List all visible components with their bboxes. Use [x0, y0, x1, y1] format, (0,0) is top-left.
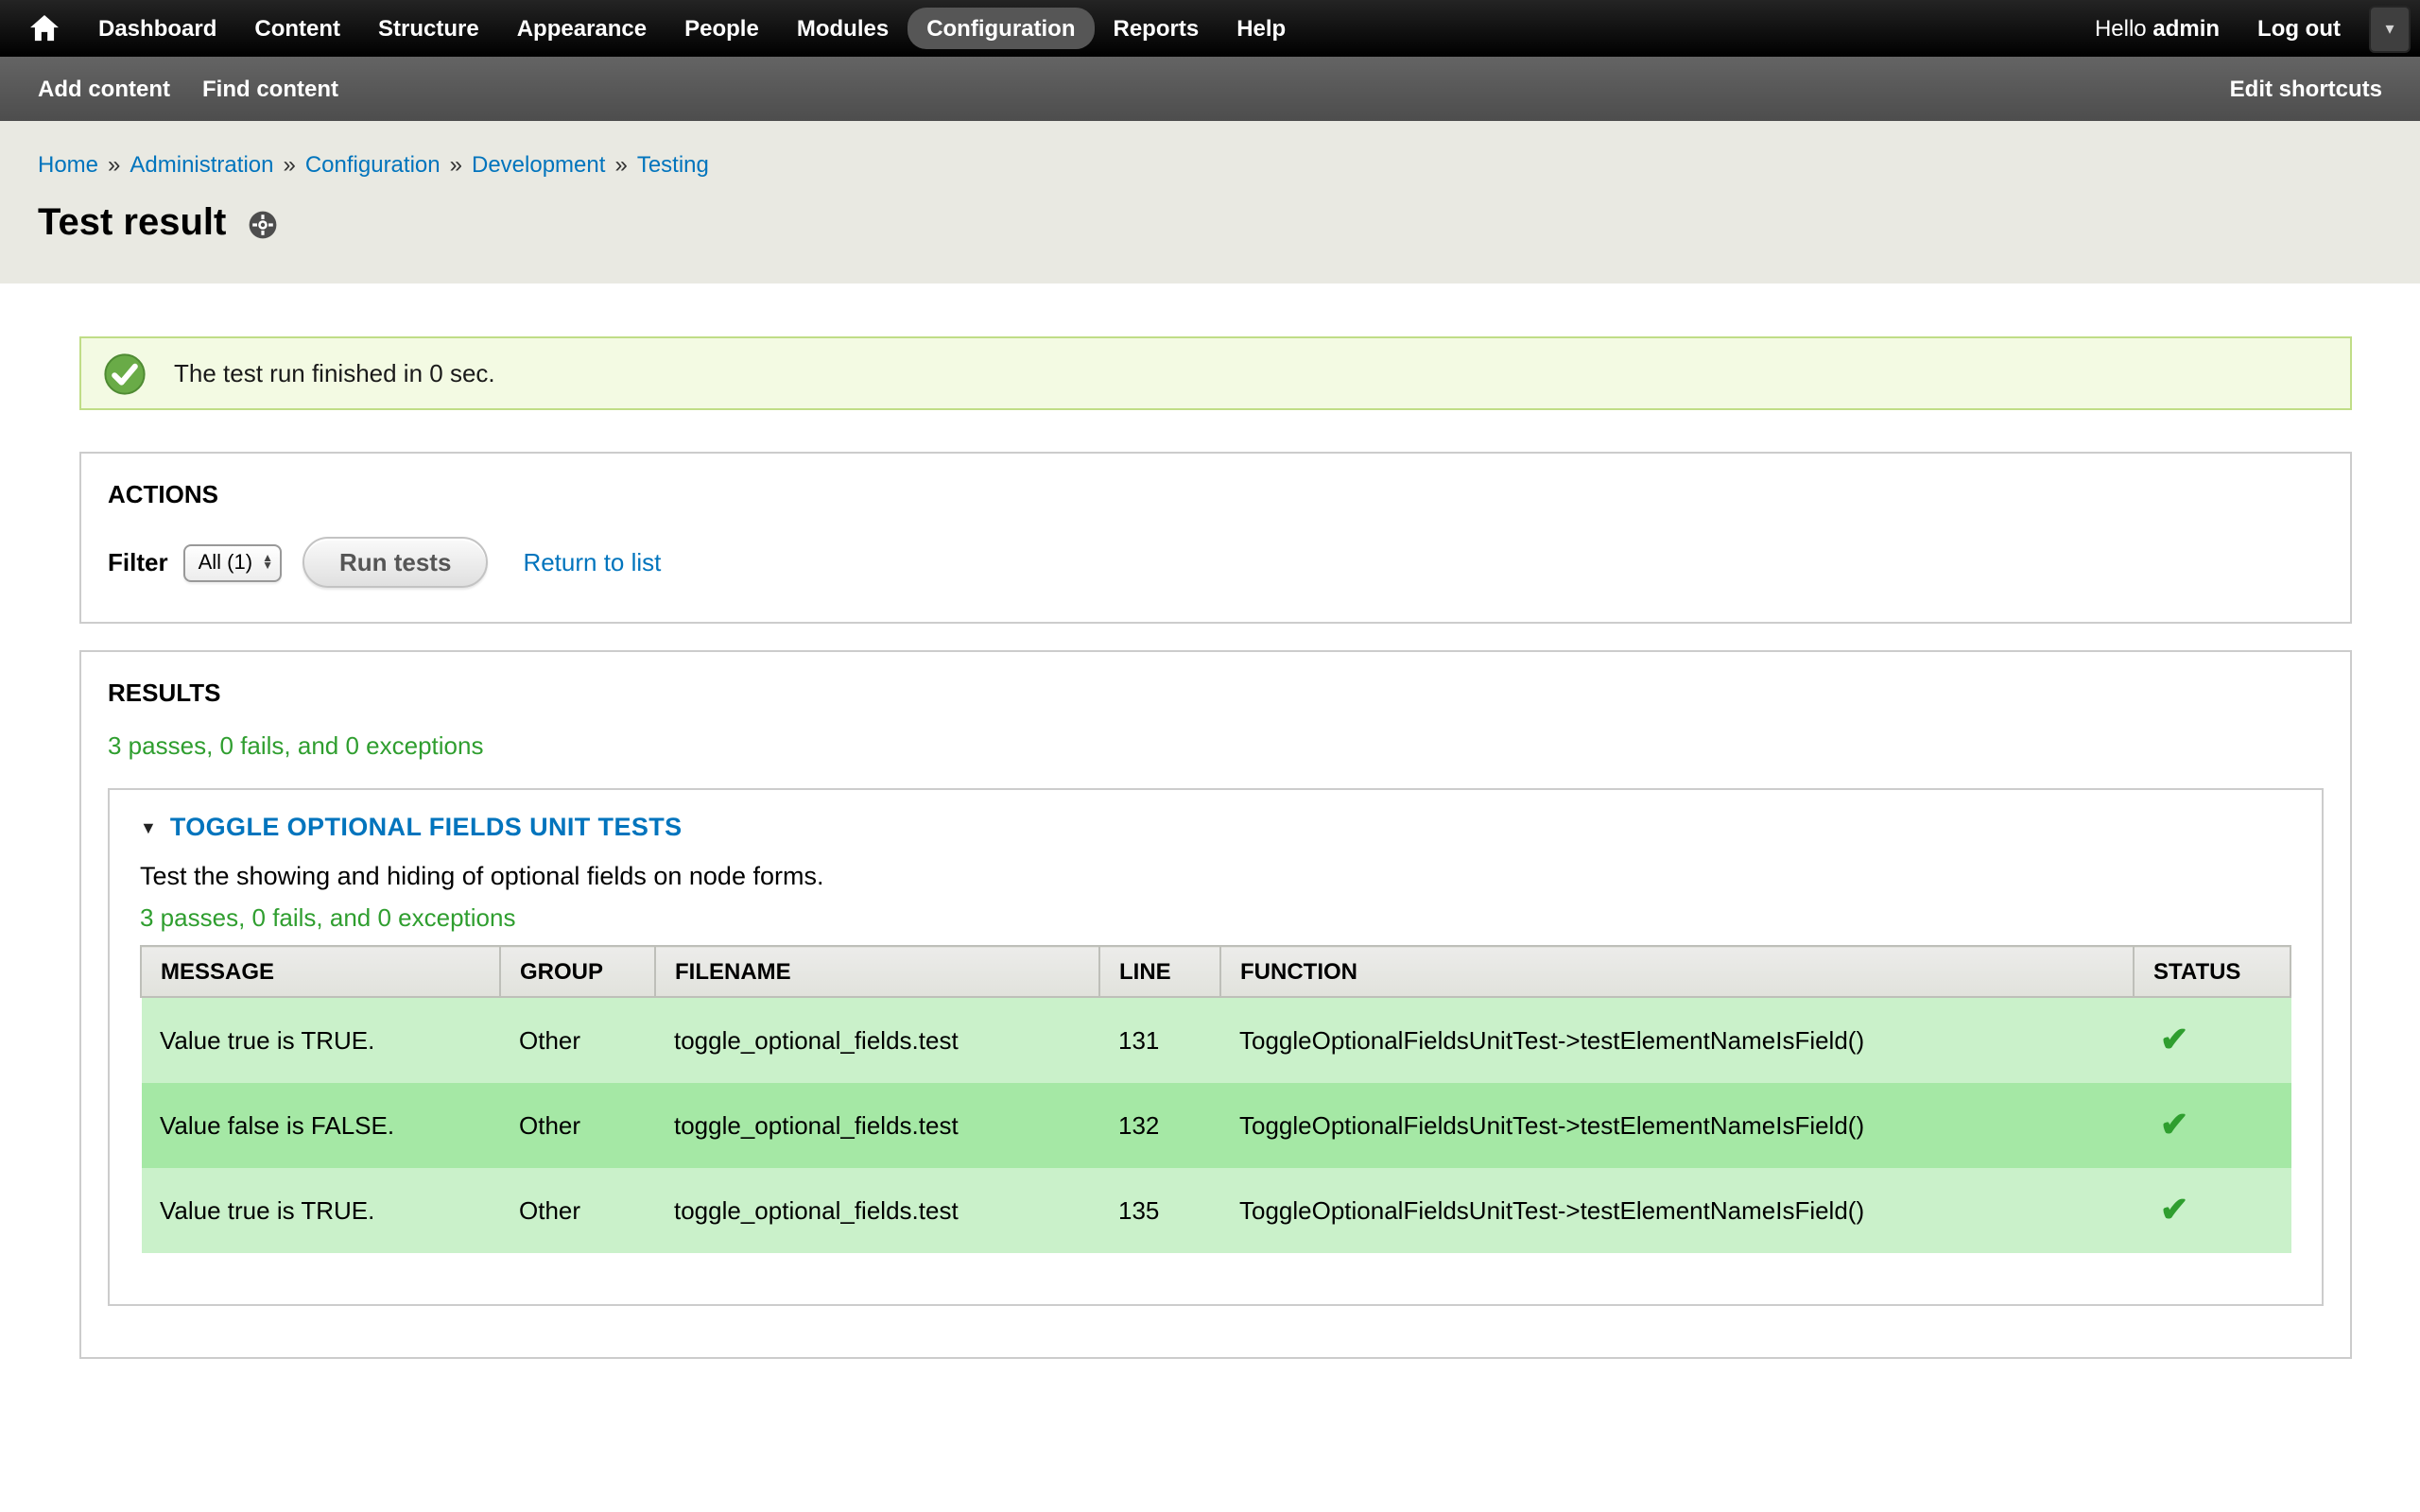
- column-header-line: LINE: [1099, 946, 1220, 997]
- test-group-panel: ▼ TOGGLE OPTIONAL FIELDS UNIT TESTS Test…: [108, 788, 2324, 1306]
- toolbar-item-people[interactable]: People: [666, 8, 778, 49]
- column-header-function: FUNCTION: [1220, 946, 2134, 997]
- results-panel: RESULTS 3 passes, 0 fails, and 0 excepti…: [79, 650, 2352, 1359]
- cell-message: Value false is FALSE.: [141, 1083, 500, 1168]
- shortcut-item-add-content[interactable]: Add content: [38, 76, 170, 102]
- greeting-prefix: Hello: [2095, 15, 2147, 42]
- breadcrumb-separator: »: [283, 151, 295, 178]
- breadcrumb-link-development[interactable]: Development: [472, 151, 605, 178]
- breadcrumb-link-testing[interactable]: Testing: [637, 151, 709, 178]
- results-table: MESSAGEGROUPFILENAMELINEFUNCTIONSTATUS V…: [140, 945, 2291, 1253]
- column-header-status: STATUS: [2134, 946, 2290, 997]
- actions-legend: ACTIONS: [108, 480, 2324, 508]
- toolbar-item-structure[interactable]: Structure: [359, 8, 498, 49]
- select-down-arrow: ▼: [262, 563, 273, 572]
- collapse-arrow-icon[interactable]: ▼: [140, 817, 157, 836]
- shortcut-item-find-content[interactable]: Find content: [202, 76, 338, 102]
- shortcut-items: Add content Find content: [38, 76, 338, 102]
- table-row: Value true is TRUE.Othertoggle_optional_…: [141, 997, 2290, 1083]
- pass-check-icon: ✔: [2160, 1191, 2188, 1228]
- breadcrumb-link-configuration[interactable]: Configuration: [305, 151, 441, 178]
- actions-panel: ACTIONS Filter All (1) ▲▼ Run tests Retu…: [79, 452, 2352, 624]
- test-group-title[interactable]: TOGGLE OPTIONAL FIELDS UNIT TESTS: [170, 813, 683, 841]
- chevron-down-icon: ▾: [2385, 19, 2394, 40]
- cell-status: ✔: [2134, 1168, 2290, 1253]
- gear-icon-glyph: [247, 209, 277, 239]
- cell-message: Value true is TRUE.: [141, 997, 500, 1083]
- logout-link[interactable]: Log out: [2257, 8, 2341, 49]
- username: admin: [2152, 15, 2220, 42]
- cell-group: Other: [500, 997, 655, 1083]
- pass-check-icon: ✔: [2160, 1106, 2188, 1143]
- toolbar-toggle-button[interactable]: ▾: [2369, 6, 2411, 53]
- toolbar-item-appearance[interactable]: Appearance: [498, 8, 666, 49]
- contextual-gear-icon[interactable]: [247, 209, 277, 239]
- page-header: Home » Administration » Configuration » Develo…: [0, 121, 2420, 284]
- toolbar-item-reports[interactable]: Reports: [1095, 8, 1219, 49]
- edit-shortcuts-link[interactable]: Edit shortcuts: [2230, 76, 2382, 102]
- cell-line: 135: [1099, 1168, 1220, 1253]
- toolbar-menu: DashboardContentStructureAppearancePeopl…: [79, 8, 1305, 49]
- cell-message: Value true is TRUE.: [141, 1168, 500, 1253]
- breadcrumb-separator: »: [450, 151, 462, 178]
- content: The test run finished in 0 sec. ACTIONS …: [0, 284, 2420, 1359]
- cell-status: ✔: [2134, 1083, 2290, 1168]
- cell-line: 131: [1099, 997, 1220, 1083]
- cell-line: 132: [1099, 1083, 1220, 1168]
- cell-filename: toggle_optional_fields.test: [655, 1083, 1099, 1168]
- results-summary: 3 passes, 0 fails, and 0 exceptions: [108, 731, 2324, 760]
- page-title: Test result: [38, 202, 226, 246]
- test-group-header: ▼ TOGGLE OPTIONAL FIELDS UNIT TESTS: [140, 813, 2291, 841]
- cell-status: ✔: [2134, 997, 2290, 1083]
- cell-filename: toggle_optional_fields.test: [655, 1168, 1099, 1253]
- run-tests-button[interactable]: Run tests: [303, 537, 487, 588]
- status-message: The test run finished in 0 sec.: [79, 336, 2352, 410]
- cell-group: Other: [500, 1168, 655, 1253]
- toolbar-item-content[interactable]: Content: [235, 8, 359, 49]
- table-row: Value false is FALSE.Othertoggle_optiona…: [141, 1083, 2290, 1168]
- column-header-group: GROUP: [500, 946, 655, 997]
- pass-check-icon: ✔: [2160, 1021, 2188, 1058]
- cell-filename: toggle_optional_fields.test: [655, 997, 1099, 1083]
- breadcrumb-separator: »: [108, 151, 120, 178]
- shortcut-bar: Add content Find content Edit shortcuts: [0, 57, 2420, 121]
- select-arrows-icon: ▲▼: [262, 553, 273, 572]
- home-icon[interactable]: [19, 0, 68, 57]
- status-check-icon: [104, 352, 146, 394]
- cell-function: ToggleOptionalFieldsUnitTest->testElemen…: [1220, 997, 2134, 1083]
- filter-label: Filter: [108, 548, 168, 576]
- status-message-text: The test run finished in 0 sec.: [174, 359, 495, 387]
- actions-row: Filter All (1) ▲▼ Run tests Return to li…: [108, 537, 2324, 588]
- page-title-row: Test result: [38, 202, 2382, 246]
- toolbar-item-modules[interactable]: Modules: [778, 8, 908, 49]
- results-legend: RESULTS: [108, 679, 2324, 707]
- home-icon-glyph: [29, 15, 58, 42]
- page: DashboardContentStructureAppearancePeopl…: [0, 0, 2420, 1512]
- breadcrumb-separator: »: [614, 151, 627, 178]
- filter-select-value: All (1): [199, 551, 252, 574]
- filter-select[interactable]: All (1) ▲▼: [183, 543, 283, 581]
- column-header-filename: FILENAME: [655, 946, 1099, 997]
- cell-function: ToggleOptionalFieldsUnitTest->testElemen…: [1220, 1168, 2134, 1253]
- toolbar-item-dashboard[interactable]: Dashboard: [79, 8, 235, 49]
- breadcrumb-link-administration[interactable]: Administration: [130, 151, 273, 178]
- toolbar-item-help[interactable]: Help: [1218, 8, 1305, 49]
- user-greeting: Hello admin: [2095, 15, 2220, 42]
- admin-toolbar: DashboardContentStructureAppearancePeopl…: [0, 0, 2420, 57]
- return-to-list-link[interactable]: Return to list: [523, 548, 661, 576]
- test-group-description: Test the showing and hiding of optional …: [140, 862, 2291, 890]
- breadcrumb-link-home[interactable]: Home: [38, 151, 98, 178]
- cell-group: Other: [500, 1083, 655, 1168]
- toolbar-item-configuration[interactable]: Configuration: [908, 8, 1094, 49]
- table-row: Value true is TRUE.Othertoggle_optional_…: [141, 1168, 2290, 1253]
- column-header-message: MESSAGE: [141, 946, 500, 997]
- table-body: Value true is TRUE.Othertoggle_optional_…: [141, 997, 2290, 1253]
- breadcrumb: Home » Administration » Configuration » Develo…: [38, 151, 2382, 178]
- test-group-summary: 3 passes, 0 fails, and 0 exceptions: [140, 903, 2291, 932]
- table-header-row: MESSAGEGROUPFILENAMELINEFUNCTIONSTATUS: [141, 946, 2290, 997]
- cell-function: ToggleOptionalFieldsUnitTest->testElemen…: [1220, 1083, 2134, 1168]
